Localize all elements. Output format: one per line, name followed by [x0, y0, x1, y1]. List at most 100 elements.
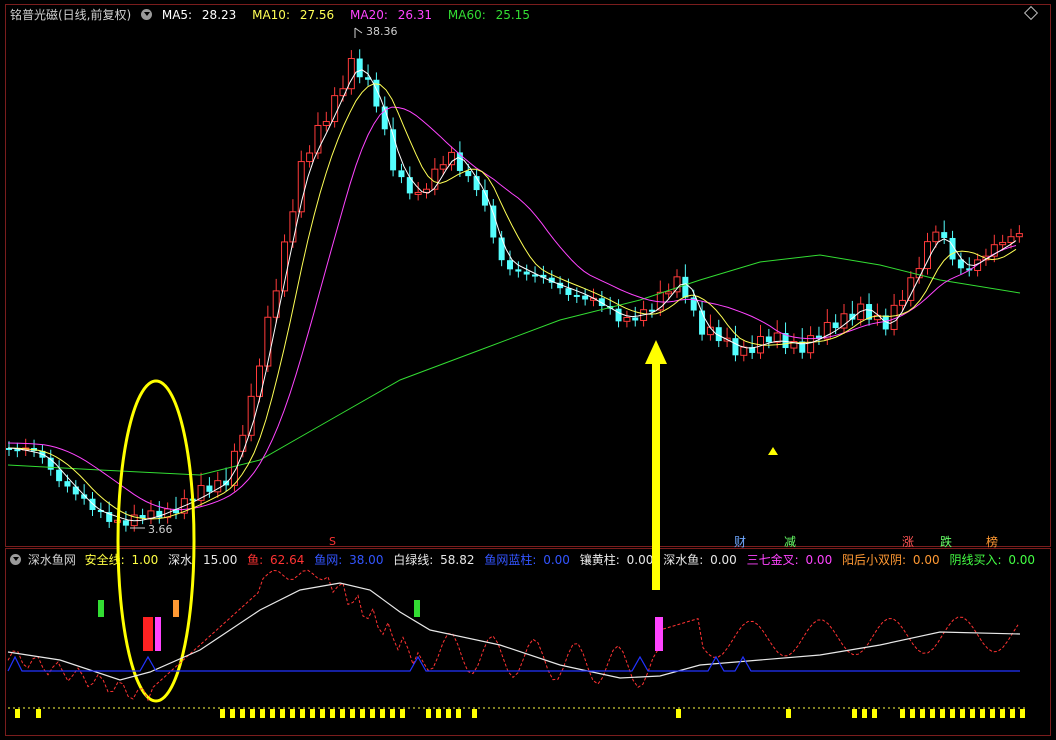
reduce-badge[interactable]: 减 [784, 533, 796, 550]
fish-net-line [7, 655, 1020, 672]
yellow-base-bar [15, 709, 20, 718]
candles-group [6, 49, 1023, 532]
candle-body-down [56, 469, 63, 482]
yellow-base-bar [250, 709, 255, 718]
buy-arrow-icon [645, 340, 667, 590]
signal-bar [173, 600, 179, 617]
candle-body-up [890, 304, 898, 330]
yellow-base-bar [370, 709, 375, 718]
candle-body-up [306, 152, 314, 163]
signal-bar [414, 600, 420, 617]
candle-body-up [623, 316, 631, 322]
yellow-base-bar [280, 709, 285, 718]
candle-body-up [673, 276, 681, 293]
signal-bar [155, 617, 161, 651]
candle-body-down [356, 58, 363, 78]
candle-body-down [765, 336, 772, 343]
yellow-base-bar [960, 709, 965, 718]
high-pointer-icon [354, 27, 363, 38]
yellow-base-bar [360, 709, 365, 718]
yellow-base-bar [1020, 709, 1025, 718]
rise-badge[interactable]: 涨 [902, 533, 914, 550]
yellow-base-bars [15, 709, 1025, 718]
candle-body-up [239, 434, 247, 452]
candle-body-down [832, 322, 839, 329]
candle-body-down [72, 486, 79, 495]
candle-body-up [999, 241, 1007, 246]
yellow-base-bar [300, 709, 305, 718]
candle-body-up [740, 346, 748, 356]
yellow-base-bar [852, 709, 857, 718]
candle-body-up [414, 191, 422, 195]
candle-body-up [898, 299, 906, 306]
candle-body-down [507, 260, 513, 270]
yellow-base-bar [950, 709, 955, 718]
yellow-base-bar [980, 709, 985, 718]
yellow-base-bar [220, 709, 225, 718]
ma20-line [7, 106, 1017, 511]
fall-badge[interactable]: 跌 [940, 533, 952, 550]
yellow-base-bar [400, 709, 405, 718]
candlestick-chart[interactable]: 38.36 3.66 S [0, 0, 1056, 740]
yellow-base-bar [970, 709, 975, 718]
candle-body-down [565, 288, 572, 295]
signal-bar [98, 600, 104, 617]
yellow-base-bar [240, 709, 245, 718]
ma10-line [7, 83, 1017, 520]
signal-bar [655, 617, 663, 651]
yellow-base-bar [456, 709, 461, 718]
yellow-base-bar [872, 709, 877, 718]
finance-badge[interactable]: 财 [734, 533, 746, 550]
candle-body-down [465, 170, 472, 177]
candle-body-down [632, 317, 639, 321]
candle-body-up [1007, 236, 1015, 243]
candle-body-up [147, 510, 155, 519]
yellow-base-bar [930, 709, 935, 718]
yellow-base-bar [350, 709, 355, 718]
signal-bar [143, 617, 153, 651]
ma5-line [7, 69, 1017, 522]
yellow-base-bar [920, 709, 925, 718]
yellow-base-bar [230, 709, 235, 718]
candle-body-down [398, 170, 405, 178]
candle-body-down [523, 271, 530, 275]
candle-body-down [573, 294, 580, 297]
candle-body-up [932, 231, 940, 243]
yellow-base-bar [260, 709, 265, 718]
candle-body-up [431, 168, 439, 190]
candle-body-down [64, 481, 71, 487]
triangle-marker-icon [768, 447, 778, 455]
candle-body-down [699, 310, 706, 335]
candle-body-up [665, 291, 673, 295]
yellow-base-bar [940, 709, 945, 718]
yellow-base-bar [436, 709, 441, 718]
yellow-base-bar [320, 709, 325, 718]
candle-body-down [732, 338, 739, 356]
candle-body-up [448, 151, 456, 166]
highlight-ellipse-icon [116, 379, 196, 703]
yellow-base-bar [472, 709, 477, 718]
candle-body-up [264, 316, 272, 367]
yellow-base-bar [380, 709, 385, 718]
yellow-base-bar [786, 709, 791, 718]
yellow-base-bar [1000, 709, 1005, 718]
high-price-label: 38.36 [366, 25, 398, 38]
yellow-base-bar [390, 709, 395, 718]
candle-body-up [439, 164, 447, 170]
candle-body-up [1015, 233, 1023, 238]
candle-body-down [615, 308, 622, 322]
candle-body-down [515, 269, 522, 272]
candle-body-up [289, 211, 297, 243]
s-marker: S [329, 535, 336, 548]
candle-body-down [498, 237, 505, 261]
candle-body-down [122, 520, 129, 526]
yellow-base-bar [900, 709, 905, 718]
yellow-base-bar [36, 709, 41, 718]
ranking-badge[interactable]: 榜 [986, 533, 998, 550]
candle-body-up [314, 124, 322, 154]
yellow-base-bar [676, 709, 681, 718]
ma60-line [7, 254, 1021, 476]
candle-body-down [490, 205, 497, 238]
yellow-base-bar [446, 709, 451, 718]
yellow-base-bar [910, 709, 915, 718]
